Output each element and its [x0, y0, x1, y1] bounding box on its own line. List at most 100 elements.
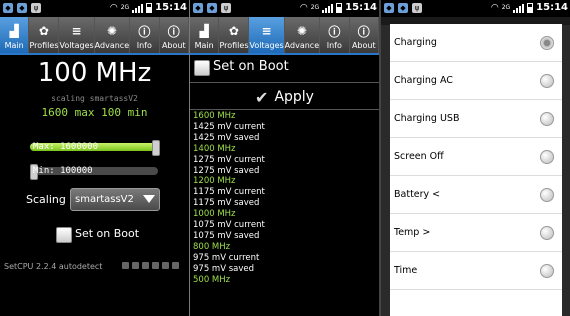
voltages-icon: ≡: [261, 24, 272, 38]
tab-underline: [190, 53, 379, 55]
signal-icon: [322, 3, 334, 13]
list-item[interactable]: 500 MHz: [193, 275, 376, 286]
tab-advance[interactable]: ✺ Advance: [284, 17, 321, 53]
tab-bar: ▟ Main ✿ Profiles ≡ Voltages ✺ Advance ⓘ Info…: [190, 17, 379, 53]
gear-icon: ✿: [38, 24, 49, 38]
list-item[interactable]: Time: [390, 252, 562, 290]
current-frequency: 100 MHz: [37, 58, 152, 88]
shield-icon: ◆: [3, 3, 13, 13]
radio-button[interactable]: [540, 225, 554, 240]
list-item-label: Temp >: [394, 227, 431, 238]
tab-voltages[interactable]: ≡ Voltages: [249, 17, 285, 53]
tab-main[interactable]: ▟ Main: [0, 17, 30, 53]
list-item[interactable]: Charging AC: [390, 62, 562, 100]
list-item[interactable]: Temp >: [390, 214, 562, 252]
governor-text: scaling smartassV2: [51, 94, 138, 103]
voltages-screen: ◆ ◆ ψ ◠ 2G 15:14 ▟ Main ✿ Profiles ≡ Voltag…: [190, 0, 379, 316]
radio-button[interactable]: [540, 35, 554, 50]
tab-label: Info: [136, 41, 152, 50]
list-item[interactable]: Charging: [390, 24, 562, 62]
widget-icon: [132, 262, 139, 269]
tab-underline: [0, 53, 189, 55]
widget-icon: [142, 262, 149, 269]
voltage-saved: 1275 mV saved: [193, 165, 260, 176]
scaling-value: smartassV2: [75, 194, 134, 205]
radio-button[interactable]: [540, 149, 554, 164]
voltage-frequency: 500 MHz: [193, 274, 231, 285]
voltage-current: 1075 mV current: [193, 220, 265, 231]
widget-icon: [172, 262, 179, 269]
tab-label: Voltages: [249, 41, 284, 50]
voltage-frequency: 800 MHz: [193, 241, 231, 252]
list-item[interactable]: 1400 MHz 1275 mV current 1275 mV saved: [193, 144, 376, 177]
voltage-list: 1600 MHz 1425 mV current 1425 mV saved 1…: [193, 111, 376, 286]
radio-button[interactable]: [540, 111, 554, 126]
list-item[interactable]: Battery <: [390, 176, 562, 214]
divider: [190, 82, 379, 83]
wifi-icon: ◠: [299, 2, 308, 13]
status-bar: ◆ ◆ ψ ◠ 2G 15:14: [190, 0, 379, 17]
clock: 15:14: [345, 2, 377, 13]
min-slider-label: Min: 100000: [33, 166, 93, 176]
apply-button[interactable]: ✔ Apply: [190, 86, 379, 108]
list-item-label: Screen Off: [394, 151, 444, 162]
tab-label: About: [161, 41, 186, 50]
list-item[interactable]: 1200 MHz 1175 mV current 1175 mV saved: [193, 176, 376, 209]
tab-main[interactable]: ▟ Main: [190, 17, 220, 53]
voltage-frequency: 1200 MHz: [193, 176, 236, 187]
tab-info[interactable]: ⓘ Info: [130, 17, 160, 53]
min-slider[interactable]: Min: 100000: [30, 164, 158, 180]
list-item[interactable]: Charging USB: [390, 100, 562, 138]
shield-icon: ◆: [398, 3, 408, 13]
tab-about[interactable]: ⓘ About: [350, 17, 379, 53]
tab-profiles[interactable]: ✿ Profiles: [219, 17, 250, 53]
shield-icon: ◆: [384, 3, 394, 13]
set-on-boot-checkbox[interactable]: [194, 60, 210, 76]
tab-advance[interactable]: ✺ Advance: [95, 17, 131, 53]
list-item-label: Charging USB: [394, 113, 460, 124]
voltage-current: 1175 mV current: [193, 187, 265, 198]
battery-icon: [146, 2, 153, 13]
list-item-label: Time: [394, 265, 418, 276]
shield-icon: ◆: [193, 3, 203, 13]
max-slider[interactable]: Max: 1600000: [30, 140, 160, 156]
tab-profiles[interactable]: ✿ Profiles: [29, 17, 60, 53]
list-item[interactable]: 1600 MHz 1425 mV current 1425 mV saved: [193, 111, 376, 144]
list-item[interactable]: 800 MHz 975 mV current 975 mV saved: [193, 242, 376, 275]
info-icon: ⓘ: [357, 24, 370, 39]
usb-icon: ψ: [412, 3, 422, 13]
radio-button[interactable]: [540, 73, 554, 88]
chevron-down-icon: [143, 195, 155, 203]
profile-condition-dialog-screen: ◆ ◆ ψ ◠ 2G 15:14 Charging Charging AC Ch…: [381, 0, 570, 316]
scaling-label: Scaling: [26, 193, 66, 206]
scaling-dropdown[interactable]: smartassV2: [70, 188, 160, 211]
voltage-frequency: 1400 MHz: [193, 143, 236, 154]
voltage-frequency: 1600 MHz: [193, 111, 236, 121]
voltage-current: 1275 mV current: [193, 154, 265, 165]
signal-icon: [132, 3, 144, 13]
list-item[interactable]: Screen Off: [390, 138, 562, 176]
tab-info[interactable]: ⓘ Info: [320, 17, 350, 53]
network-type: 2G: [310, 4, 320, 11]
radio-button[interactable]: [540, 263, 554, 278]
set-on-boot-checkbox[interactable]: [56, 227, 72, 243]
info-icon: ⓘ: [328, 24, 341, 39]
tab-label: Voltages: [59, 41, 94, 50]
max-slider-handle[interactable]: [152, 140, 160, 156]
tab-voltages[interactable]: ≡ Voltages: [59, 17, 95, 53]
tab-label: Main: [194, 41, 214, 50]
tab-bar: ▟ Main ✿ Profiles ≡ Voltages ✺ Advance ⓘ Info…: [0, 17, 189, 53]
tab-label: About: [351, 41, 376, 50]
list-item-label: Charging AC: [394, 75, 453, 86]
voltage-saved: 975 mV saved: [193, 263, 255, 274]
tab-label: Main: [4, 41, 24, 50]
wifi-icon: ◠: [490, 2, 499, 13]
tab-label: Advance: [284, 41, 320, 50]
main-screen: ◆ ◆ ψ ◠ 2G 15:14 ▟ Main ✿ Profiles ≡ Voltag…: [0, 0, 189, 316]
voltage-frequency: 1000 MHz: [193, 209, 236, 220]
tab-about[interactable]: ⓘ About: [160, 17, 189, 53]
max-slider-label: Max: 1600000: [33, 142, 99, 152]
widget-icon: [152, 262, 159, 269]
radio-button[interactable]: [540, 187, 554, 202]
list-item[interactable]: 1000 MHz 1075 mV current 1075 mV saved: [193, 209, 376, 242]
